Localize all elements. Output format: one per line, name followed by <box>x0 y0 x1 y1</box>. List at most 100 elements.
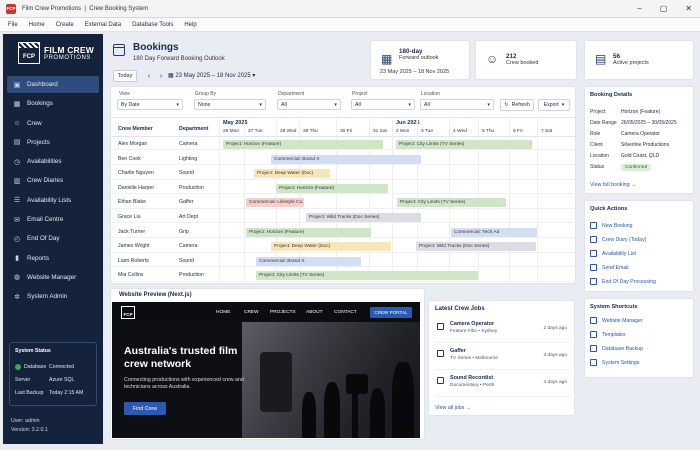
quick-action-new-booking[interactable]: New Booking <box>590 222 633 229</box>
shortcut-system-settings[interactable]: System Settings <box>590 359 639 366</box>
table-row[interactable]: James Wright Camera Project: Deep Water (D… <box>111 240 577 253</box>
crew-department: Production <box>179 184 204 191</box>
table-row[interactable]: Danielle Harper Production Project: Horizo… <box>111 182 577 195</box>
chevron-down-icon: ▾ <box>561 102 565 108</box>
project-select[interactable]: All ▾ <box>351 99 415 110</box>
project-label: Project <box>590 109 606 115</box>
sidebar-item-email-centre[interactable]: ✉ Email Centre <box>7 211 99 228</box>
shortcut-database-backup[interactable]: Database Backup <box>590 345 643 352</box>
table-row[interactable]: Grace Liu Art Dept Project: Wild Tracks (D… <box>111 211 577 224</box>
sidebar-item-end-of-day[interactable]: ◴ End Of Day <box>7 230 99 247</box>
bookings-grid: View By Date ▾ Group By None ▾ Department … <box>110 86 577 285</box>
table-row[interactable]: Liam Roberts Sound Commercial: Brand X <box>111 255 577 268</box>
view-all-jobs-link[interactable]: View all jobs → <box>435 405 471 411</box>
table-row[interactable]: Mia Collins Production Project: City Limit… <box>111 269 577 282</box>
booking-bar[interactable]: Commercial: Tech Ad <box>451 227 537 237</box>
crew-name: Ben Cook <box>118 155 141 162</box>
briefcase-icon <box>437 323 444 330</box>
menu-database-tools[interactable]: Database Tools <box>132 22 173 28</box>
table-row[interactable]: Ethan Blake Gaffer Commercial: Lifestyle C… <box>111 196 577 209</box>
list-item[interactable]: Gaffer TV Series • Melbourne 3 days ago <box>435 346 571 370</box>
day-label: 29 Thu <box>303 129 318 134</box>
site-nav-projects[interactable]: PROJECTS <box>270 310 296 315</box>
booking-bar[interactable]: Project: Deep Water (Doc) <box>271 242 391 252</box>
booking-bar[interactable]: Project: Wild Tracks (Doc Series) <box>306 213 421 222</box>
list-item[interactable]: Sound Recordist Documentary • Perth 4 days… <box>435 373 571 397</box>
booking-bar[interactable]: Commercial: Brand X <box>256 256 361 266</box>
maximize-icon[interactable]: ▢ <box>660 4 668 13</box>
sidebar-item-dashboard[interactable]: ▣ Dashboard <box>7 76 99 93</box>
location-select[interactable]: All ▾ <box>420 99 494 110</box>
booking-bar[interactable]: Project: Deep Water (Doc) <box>254 169 330 179</box>
quick-action-availability-list[interactable]: Availability List <box>590 250 636 257</box>
site-nav-contact[interactable]: CONTACT <box>334 310 357 315</box>
table-row[interactable]: Ben Cook Lighting Commercial: Brand X <box>111 153 577 165</box>
stat-value: 56 <box>613 53 621 60</box>
group-label: Group By <box>195 91 217 97</box>
logo-mark: FCP <box>18 42 40 64</box>
list-item[interactable]: Camera Operator Feature Film • Sydney 2 da… <box>435 319 571 343</box>
minimize-icon[interactable]: – <box>637 4 641 13</box>
database-label: Database <box>24 363 47 370</box>
site-nav-home[interactable]: HOME <box>216 310 230 315</box>
department-select[interactable]: All ▾ <box>277 99 341 110</box>
sidebar-item-reports[interactable]: ▮ Reports <box>7 250 99 267</box>
action-icon <box>590 278 597 285</box>
sidebar-item-label: Email Centre <box>27 216 64 224</box>
latest-jobs: Latest Crew Jobs Camera Operator Feature … <box>428 300 575 416</box>
sidebar-item-availabilities[interactable]: ◷ Availabilities <box>7 153 99 170</box>
server-label: Server <box>15 376 31 383</box>
crew-department: Camera <box>179 243 198 250</box>
website-preview-frame[interactable]: FCP HOME CREW PROJECTS ABOUT CONTACT CRE… <box>112 302 420 438</box>
menu-file[interactable]: File <box>8 22 18 28</box>
quick-action-crew-diary-today[interactable]: Crew Diary (Today) <box>590 236 646 243</box>
table-row[interactable]: Alex Morgan Camera Project: Horizon (Featu… <box>111 138 577 151</box>
menu-external-data[interactable]: External Data <box>85 22 121 28</box>
sidebar-item-website-manager[interactable]: ◍ Website Manager <box>7 269 99 286</box>
table-row[interactable]: Charlie Nguyen Sound Project: Deep Water (… <box>111 167 577 180</box>
sidebar-item-bookings[interactable]: ▦ Bookings <box>7 95 99 112</box>
sidebar-item-label: Projects <box>27 138 50 146</box>
sidebar-item-crew-diaries[interactable]: ▥ Crew Diaries <box>7 172 99 189</box>
date-range-picker[interactable]: ▦ 23 May 2025 – 18 Nov 2025 ▾ <box>168 72 255 79</box>
booking-bar[interactable]: Project: City Limits (TV Series) <box>256 271 478 281</box>
role-label: Role <box>590 131 601 137</box>
refresh-button[interactable]: ↻ Refresh <box>500 99 534 111</box>
group-select[interactable]: None ▾ <box>194 99 266 110</box>
export-button[interactable]: Export ▾ <box>538 99 570 111</box>
shortcut-templates[interactable]: Templates <box>590 331 626 338</box>
booking-bar[interactable]: Project: City Limits (TV Series) <box>396 140 532 149</box>
calendar-small-icon: ▦ <box>168 73 174 79</box>
sidebar-item-crew[interactable]: ☺ Crew <box>7 115 99 132</box>
booking-bar[interactable]: Project: Horizon (Feature) <box>276 183 388 193</box>
view-full-booking-link[interactable]: View full booking → <box>590 182 636 188</box>
find-crew-button[interactable]: Find Crew <box>124 402 166 415</box>
today-button[interactable]: Today <box>113 70 137 82</box>
quick-action-end-of-day-processing[interactable]: End Of Day Processing <box>590 278 656 285</box>
sidebar-item-projects[interactable]: ▤ Projects <box>7 134 99 151</box>
booking-bar[interactable]: Project: Wild Tracks (Doc Series) <box>416 242 536 252</box>
crew-portal-button[interactable]: CREW PORTAL <box>370 307 412 318</box>
table-row[interactable]: Jack Turner Grip Project: Horizon (Feature… <box>111 226 577 238</box>
site-nav-crew[interactable]: CREW <box>244 310 259 315</box>
close-icon[interactable]: ✕ <box>685 4 692 13</box>
site-nav-about[interactable]: ABOUT <box>306 310 323 315</box>
action-icon <box>590 222 597 229</box>
quick-action-send-email[interactable]: Send Email <box>590 264 629 271</box>
shortcut-website-manager[interactable]: Website Manager <box>590 317 643 324</box>
prev-arrow-icon[interactable]: ‹ <box>144 70 154 82</box>
menu-help[interactable]: Help <box>184 22 196 28</box>
view-select[interactable]: By Date ▾ <box>117 99 183 110</box>
sidebar-item-system-admin[interactable]: ✲ System Admin <box>7 288 99 305</box>
booking-bar[interactable]: Commercial: Brand X <box>271 154 421 164</box>
booking-bar[interactable]: Project: Horizon (Feature) <box>246 227 371 237</box>
booking-bar[interactable]: Project: Horizon (Feature) <box>223 140 383 149</box>
booking-bar[interactable]: Project: City Limits (TV Series) <box>397 198 506 208</box>
menu-create[interactable]: Create <box>56 22 74 28</box>
menu-home[interactable]: Home <box>29 22 45 28</box>
sidebar-item-availability-lists[interactable]: ☰ Availability Lists <box>7 192 99 209</box>
site-logo: FCP <box>121 306 135 319</box>
booking-bar[interactable]: Commercial: Lifestyle Co. <box>246 198 304 208</box>
next-arrow-icon[interactable]: › <box>156 70 166 82</box>
globe-icon: ◍ <box>13 274 21 282</box>
